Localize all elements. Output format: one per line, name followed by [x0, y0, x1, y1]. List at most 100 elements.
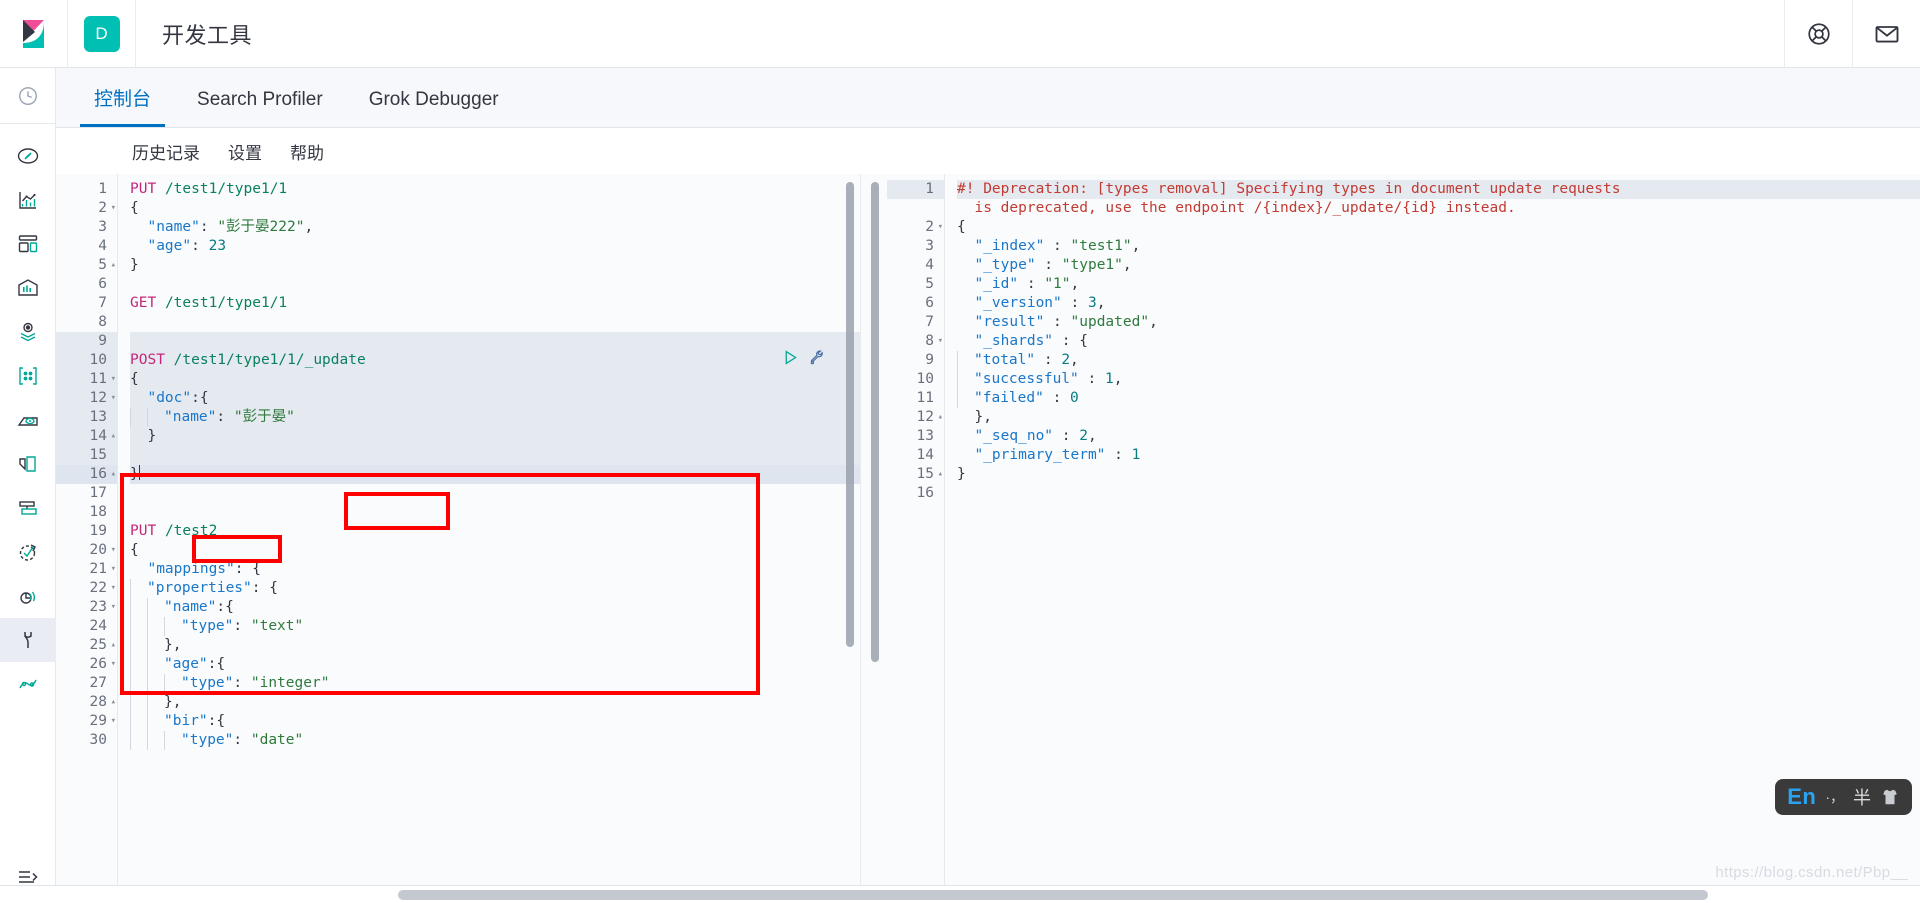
code-line[interactable]: } — [130, 427, 860, 446]
code-line[interactable]: PUT /test2 — [130, 522, 860, 541]
code-line[interactable]: "result" : "updated", — [957, 313, 1920, 332]
code-line[interactable]: { — [130, 199, 860, 218]
code-line[interactable]: "mappings": { — [130, 560, 860, 579]
fold-toggle-icon[interactable]: ▴ — [938, 465, 943, 484]
code-line[interactable]: "failed" : 0 — [957, 389, 1920, 408]
code-line[interactable]: "name": "彭于晏" — [130, 408, 860, 427]
code-line[interactable]: "bir":{ — [130, 712, 860, 731]
tab-grok-debugger[interactable]: Grok Debugger — [355, 89, 513, 127]
sogou-ime-icon[interactable] — [1880, 788, 1900, 806]
code-line[interactable]: "doc":{ — [130, 389, 860, 408]
sidebar-item-visualize[interactable] — [0, 178, 56, 222]
fold-toggle-icon[interactable]: ▾ — [111, 541, 116, 560]
code-line[interactable]: #! Deprecation: [types removal] Specifyi… — [957, 180, 1920, 199]
fold-toggle-icon[interactable]: ▾ — [111, 579, 116, 598]
code-line[interactable]: }, — [957, 408, 1920, 427]
tab-search-profiler[interactable]: Search Profiler — [183, 89, 337, 127]
request-editor[interactable]: 1 2 ▾ 3 4 5 ▴ 6 7 8 9 10 11 ▾ 12 ▾ 13 14 ▴ 15 16 ▴ 17 18 19 20 ▾ 21… — [56, 174, 861, 903]
sidebar-item-dev-tools[interactable] — [0, 618, 56, 662]
fold-toggle-icon[interactable]: ▴ — [111, 465, 116, 484]
code-line[interactable]: "type": "date" — [130, 731, 860, 750]
sidebar-item-logs[interactable] — [0, 442, 56, 486]
sidebar-item-machine-learning[interactable] — [0, 354, 56, 398]
code-line[interactable]: POST /test1/type1/1/_update — [130, 351, 860, 370]
code-line[interactable]: "age": 23 — [130, 237, 860, 256]
code-line[interactable]: } — [957, 465, 1920, 484]
code-line[interactable] — [130, 446, 860, 465]
space-avatar[interactable]: D — [68, 0, 136, 67]
code-line[interactable]: "_primary_term" : 1 — [957, 446, 1920, 465]
code-line[interactable] — [957, 484, 1920, 503]
code-line[interactable]: "_type" : "type1", — [957, 256, 1920, 275]
code-line[interactable]: "name": "彭于晏222", — [130, 218, 860, 237]
code-line[interactable]: "_version" : 3, — [957, 294, 1920, 313]
fold-toggle-icon[interactable]: ▴ — [111, 256, 116, 275]
code-line[interactable]: "properties": { — [130, 579, 860, 598]
mail-icon[interactable] — [1852, 0, 1920, 67]
code-line[interactable]: "type": "text" — [130, 617, 860, 636]
sidebar-item-siem[interactable] — [0, 574, 56, 618]
code-line[interactable]: "_id" : "1", — [957, 275, 1920, 294]
code-line[interactable] — [130, 275, 860, 294]
code-line[interactable]: "_seq_no" : 2, — [957, 427, 1920, 446]
fold-toggle-icon[interactable]: ▴ — [111, 693, 116, 712]
help-icon[interactable] — [1784, 0, 1852, 67]
code-line[interactable]: }, — [130, 636, 860, 655]
code-line[interactable]: is deprecated, use the endpoint /{index}… — [957, 199, 1920, 218]
editor-vertical-scrollbar[interactable] — [846, 182, 854, 647]
fold-toggle-icon[interactable]: ▾ — [111, 199, 116, 218]
fold-toggle-icon[interactable]: ▴ — [111, 427, 116, 446]
menu-history[interactable]: 历史记录 — [132, 139, 200, 164]
fold-toggle-icon[interactable]: ▴ — [938, 408, 943, 427]
code-line[interactable]: { — [130, 541, 860, 560]
code-line[interactable]: GET /test1/type1/1 — [130, 294, 860, 313]
fold-toggle-icon[interactable]: ▾ — [111, 560, 116, 579]
code-line[interactable]: "name":{ — [130, 598, 860, 617]
menu-settings[interactable]: 设置 — [228, 139, 262, 164]
code-line[interactable]: "_index" : "test1", — [957, 237, 1920, 256]
fold-toggle-icon[interactable]: ▾ — [111, 655, 116, 674]
sidebar-item-apm[interactable] — [0, 486, 56, 530]
code-line[interactable] — [130, 503, 860, 522]
editor-code-area[interactable]: PUT /test1/type1/1{ "name": "彭于晏222", "a… — [118, 174, 860, 903]
send-request-play-icon[interactable] — [782, 349, 799, 366]
code-line[interactable]: } — [130, 465, 860, 484]
fold-toggle-icon[interactable]: ▾ — [111, 389, 116, 408]
code-line[interactable]: "type": "integer" — [130, 674, 860, 693]
ime-status-bar[interactable]: En ·， 半 — [1775, 779, 1912, 815]
code-line[interactable]: } — [130, 256, 860, 275]
code-line[interactable]: { — [130, 370, 860, 389]
sidebar-item-dashboard[interactable] — [0, 222, 56, 266]
code-line[interactable]: { — [957, 218, 1920, 237]
code-line[interactable] — [130, 484, 860, 503]
sidebar-item-management[interactable] — [0, 662, 56, 706]
code-line[interactable]: "successful" : 1, — [957, 370, 1920, 389]
tab-console[interactable]: 控制台 — [80, 84, 166, 127]
fold-toggle-icon[interactable]: ▾ — [111, 712, 116, 731]
fold-toggle-icon[interactable]: ▾ — [111, 598, 116, 617]
sidebar-item-infrastructure[interactable] — [0, 398, 56, 442]
menu-help[interactable]: 帮助 — [290, 139, 324, 164]
fold-toggle-icon[interactable]: ▾ — [938, 218, 943, 237]
code-line[interactable]: "age":{ — [130, 655, 860, 674]
code-line[interactable]: PUT /test1/type1/1 — [130, 180, 860, 199]
sidebar-item-discover[interactable] — [0, 134, 56, 178]
sidebar-item-maps[interactable] — [0, 310, 56, 354]
ime-punctuation-mode[interactable]: ·， — [1825, 787, 1844, 807]
code-line[interactable] — [130, 332, 860, 351]
fold-toggle-icon[interactable]: ▾ — [111, 370, 116, 389]
recently-viewed-clock-icon[interactable] — [0, 68, 56, 124]
sidebar-item-uptime[interactable] — [0, 530, 56, 574]
code-line[interactable]: }, — [130, 693, 860, 712]
sidebar-item-canvas[interactable] — [0, 266, 56, 310]
ime-width-mode[interactable]: 半 — [1853, 784, 1871, 810]
code-line[interactable]: "total" : 2, — [957, 351, 1920, 370]
ime-language[interactable]: En — [1787, 784, 1816, 810]
response-viewer[interactable]: 1 2 ▾ 3 4 5 6 7 8 ▾ 9 10 11 12 ▴ 13 14 15 ▴ 16 #! Deprecati… — [861, 174, 1920, 903]
kibana-logo-icon[interactable] — [0, 0, 68, 67]
wrench-docs-icon[interactable] — [809, 349, 826, 366]
code-line[interactable]: "_shards" : { — [957, 332, 1920, 351]
horizontal-scrollbar[interactable] — [398, 890, 1708, 900]
response-vertical-scrollbar[interactable] — [871, 182, 879, 662]
fold-toggle-icon[interactable]: ▴ — [111, 636, 116, 655]
